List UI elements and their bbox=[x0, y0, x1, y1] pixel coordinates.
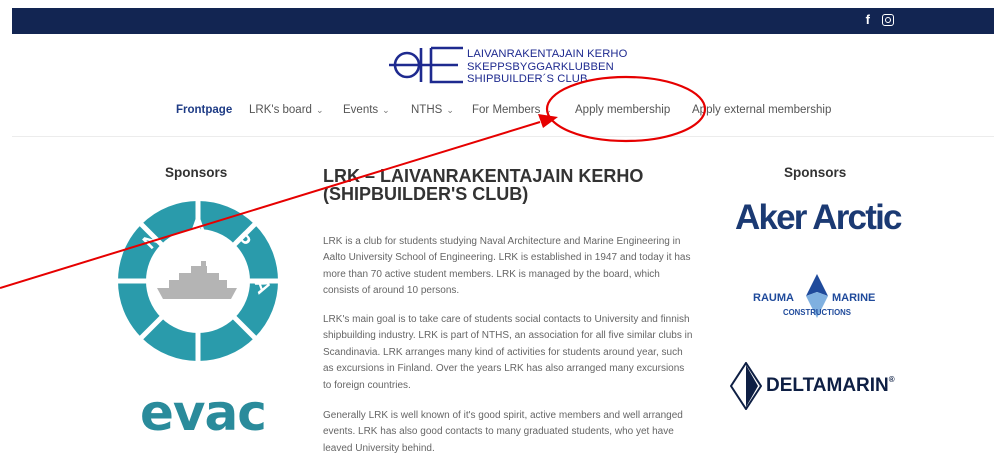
rauma-text: RAUMA bbox=[753, 292, 794, 304]
ship-icon bbox=[157, 261, 237, 299]
deltamarin-text: DELTAMARIN® bbox=[766, 375, 895, 396]
nav-nths[interactable]: NTHS ⌄ bbox=[411, 104, 454, 116]
reputation-paragraph: Generally LRK is well known of it's good… bbox=[323, 410, 683, 454]
left-sponsors-title: Sponsors bbox=[165, 165, 228, 180]
rauma-marine-logo[interactable]: RAUMA MARINE CONSTRUCTIONS bbox=[752, 272, 882, 320]
intro-paragraph: LRK is a club for students studying Nava… bbox=[323, 236, 691, 297]
constructions-text: CONSTRUCTIONS bbox=[783, 308, 851, 317]
chevron-down-icon: ⌄ bbox=[446, 105, 454, 115]
deltamarin-diamond-icon bbox=[730, 362, 762, 410]
napa-logo[interactable]: N A P A bbox=[117, 200, 279, 362]
site-logo[interactable]: LAIVANRAKENTAJAIN KERHO SKEPPSBYGGARKLUB… bbox=[385, 44, 627, 88]
nav-divider bbox=[12, 136, 994, 137]
aker-arctic-logo[interactable]: Aker Arctic bbox=[735, 198, 902, 238]
right-sponsors-title: Sponsors bbox=[784, 165, 847, 180]
nav-for-members[interactable]: For Members ⌄ bbox=[472, 104, 552, 116]
page-title: LRK – LAIVANRAKENTAJAIN KERHO (SHIPBUILD… bbox=[323, 166, 644, 204]
main-navigation: Frontpage LRK's board ⌄ Events ⌄ NTHS ⌄ For… bbox=[0, 104, 994, 122]
nav-apply-external-membership[interactable]: Apply external membership bbox=[692, 104, 831, 116]
chevron-down-icon: ⌄ bbox=[315, 105, 324, 115]
nav-frontpage[interactable]: Frontpage bbox=[176, 104, 232, 116]
top-bar: f bbox=[12, 8, 994, 34]
social-links: f bbox=[866, 12, 894, 27]
nav-lrk-board[interactable]: LRK's board ⌄ bbox=[249, 104, 323, 116]
deltamarin-logo[interactable]: DELTAMARIN® bbox=[730, 362, 895, 410]
chevron-down-icon: ⌄ bbox=[382, 105, 390, 115]
facebook-icon[interactable]: f bbox=[866, 12, 870, 27]
instagram-icon[interactable] bbox=[882, 13, 894, 26]
logo-wordmark: LAIVANRAKENTAJAIN KERHO SKEPPSBYGGARKLUB… bbox=[467, 48, 628, 85]
goal-paragraph: LRK's main goal is to take care of stude… bbox=[323, 314, 693, 391]
nav-events[interactable]: Events ⌄ bbox=[343, 104, 390, 116]
club-emblem-icon bbox=[389, 46, 463, 84]
chevron-down-icon: ⌄ bbox=[544, 105, 552, 115]
marine-text: MARINE bbox=[832, 292, 875, 304]
evac-logo[interactable]: evac bbox=[140, 388, 267, 438]
nav-apply-membership[interactable]: Apply membership bbox=[575, 104, 670, 116]
napa-letter: A bbox=[191, 214, 205, 236]
